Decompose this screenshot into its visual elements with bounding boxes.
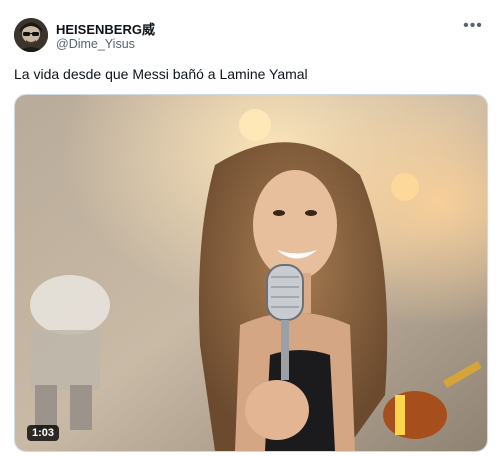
video-thumbnail bbox=[15, 95, 487, 451]
sunglasses-man-avatar-icon bbox=[14, 18, 48, 52]
avatar[interactable] bbox=[14, 18, 48, 52]
video-duration: 1:03 bbox=[27, 425, 60, 441]
more-horizontal-icon[interactable]: ••• bbox=[462, 15, 484, 37]
author-handle[interactable]: @Dime_Yisus bbox=[56, 37, 135, 51]
author-name[interactable]: HEISENBERG威 bbox=[56, 19, 155, 38]
video-player[interactable]: 1:03 bbox=[14, 94, 488, 452]
tweet-text: La vida desde que Messi bañó a Lamine Ya… bbox=[14, 66, 308, 82]
